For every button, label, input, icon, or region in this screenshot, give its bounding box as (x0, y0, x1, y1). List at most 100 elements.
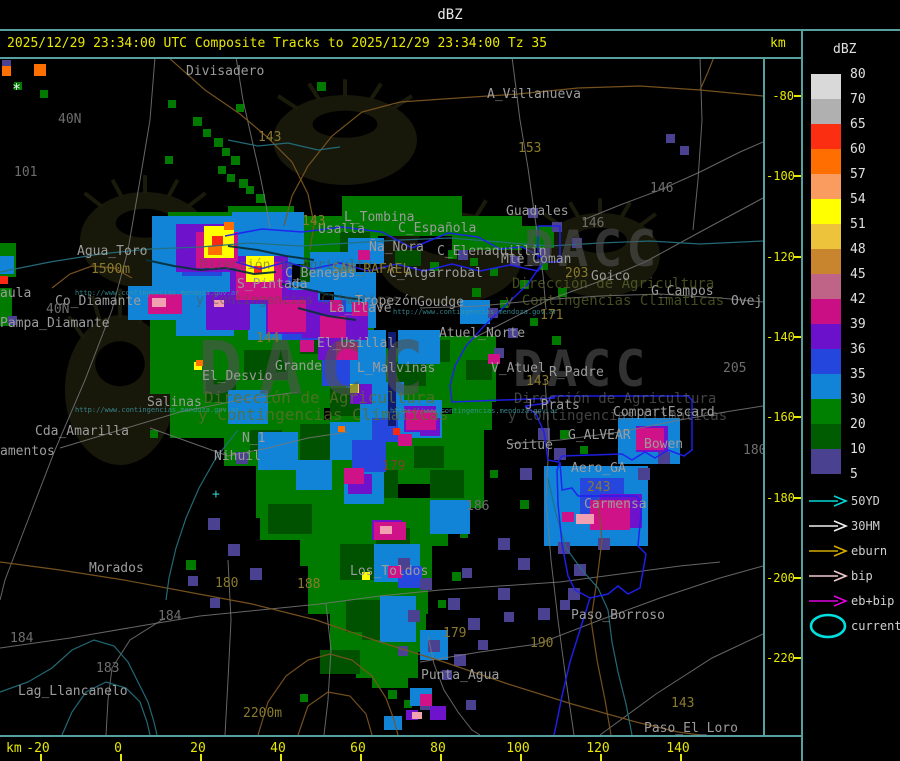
map-label: * (12, 80, 22, 98)
map-label: 146 (581, 216, 605, 231)
map-label: 190 (530, 636, 554, 651)
scale-label: 51 (850, 217, 866, 232)
bottom-axis-tick (120, 754, 122, 761)
legend-label: eb+bip (851, 594, 895, 608)
map-label: 171 (540, 308, 564, 323)
map-label: 180 (215, 576, 239, 591)
right-axis-tick-label: -180 (766, 490, 795, 505)
legend-label: current (851, 619, 900, 633)
legend-label: 30HM (851, 519, 880, 533)
legend-label: bip (851, 569, 873, 583)
bottom-axis-tick (280, 754, 282, 761)
bottom-axis-tick-label: -20 (26, 741, 50, 756)
scale-label: 42 (850, 292, 866, 307)
page-title: dBZ (437, 7, 463, 23)
scale-label: 60 (850, 142, 866, 157)
scale-swatch (811, 374, 841, 399)
map-label: N_1 (242, 431, 266, 446)
map-label: CompartEscard (613, 405, 715, 420)
road-line (427, 635, 481, 735)
map-label: 2200m (243, 706, 283, 721)
map-label: amentos (0, 444, 55, 459)
map-label: Goico (591, 269, 631, 284)
map-label: Bowen (644, 437, 684, 452)
map-label: Lag_Llancanelo (18, 684, 128, 699)
right-axis-tick-label: -120 (766, 249, 795, 264)
map-label: 183 (96, 661, 120, 676)
map-label: El_Usillal (317, 336, 396, 351)
map-label: Ovejeri (731, 294, 763, 309)
bottom-axis-tick (680, 754, 682, 761)
map-label: Mte_Coman (501, 252, 572, 267)
map-label: 179 (382, 459, 406, 474)
map-label: 179 (443, 626, 467, 641)
map-label: G_ALVEAR (568, 428, 631, 443)
scale-swatch (811, 399, 841, 424)
scale-swatch (811, 299, 841, 324)
right-axis-tick (794, 95, 801, 97)
route-line (699, 59, 714, 91)
map-label: Nihuil (214, 449, 261, 464)
right-axis-tick-label: -200 (766, 570, 795, 585)
map-label: 184 (10, 631, 34, 646)
right-axis-tick (794, 175, 801, 178)
map-label: Pampa_Diamante (0, 316, 110, 331)
map-label: 1500m (91, 262, 131, 277)
right-axis-tick-label: -80 (772, 89, 794, 103)
scale-swatch (811, 274, 841, 299)
map-label: Paso_El_Loro (644, 721, 738, 735)
scale-label: 20 (850, 417, 866, 432)
map-label: Agua_Toro (77, 244, 148, 259)
right-axis-tick (794, 416, 801, 419)
road-line (599, 633, 763, 735)
scale-label: 70 (850, 92, 866, 107)
right-axis-tick-label: -140 (766, 329, 795, 344)
km-unit-label: km (770, 36, 786, 51)
map-label: A_Villanueva (487, 87, 581, 102)
map-label: Guadales (506, 204, 569, 219)
dbz-scale-panel: dBZ 80 70 65 60 57 54 51 48 45 42 39 36 35 30 20 10 5 50… (801, 31, 900, 761)
map-label: S_Pintada (237, 277, 308, 292)
scale-label: 5 (850, 467, 858, 482)
right-axis: -80 -100 -120 -140 -160 -180 -200 -220 (763, 59, 803, 735)
map-label: Carmensa (584, 497, 647, 512)
bottom-axis-tick-label: 80 (430, 741, 446, 756)
scale-label: 35 (850, 367, 866, 382)
right-axis-tick-label: -100 (766, 169, 795, 184)
map-label: El_Desvio (202, 369, 273, 384)
route-line (297, 691, 373, 735)
bottom-axis-tick (40, 754, 42, 761)
map-label: 40N (46, 302, 70, 317)
map-label: La_Llave (329, 301, 392, 316)
map-label: 184 (158, 609, 182, 624)
map-label: Los_Toldos (350, 564, 429, 579)
map-label: Soitue (506, 438, 553, 453)
map-label: Goudge (417, 295, 464, 310)
scale-label: 48 (850, 242, 866, 257)
map-label: Ña_Nora (369, 240, 424, 255)
map-label: Aero_GA (571, 461, 626, 476)
map-label: 186 (466, 499, 490, 514)
bottom-axis-tick-label: 60 (350, 741, 366, 756)
scale-swatch (811, 199, 841, 224)
radar-map-canvas[interactable]: DACC DACC DACC Dirección de Agricultura y Co… (0, 59, 763, 735)
current-cell-icon (809, 613, 847, 639)
scale-label: 30 (850, 392, 866, 407)
map-label: 144 (256, 331, 280, 346)
bottom-axis-tick-label: 140 (666, 741, 690, 756)
map-label: 143 (302, 214, 326, 229)
map-label: Atuel_Norte (439, 326, 526, 341)
river-line (227, 139, 341, 151)
bottom-axis-unit: km (6, 741, 22, 756)
map-label: 203 (565, 266, 589, 281)
scale-swatch (811, 224, 841, 249)
map-label: G_Campos (651, 284, 714, 299)
title-bar: dBZ (0, 0, 900, 31)
map-label: 101 (14, 165, 38, 180)
scale-swatch (811, 124, 841, 149)
map-label: 143 (258, 130, 282, 145)
right-axis-tick (794, 576, 801, 579)
map-label: Paso_Borroso (571, 608, 665, 623)
radar-app-window: dBZ 2025/12/29 23:34:00 UTC Composite Tr… (0, 0, 900, 761)
bottom-axis-tick-label: 40 (270, 741, 286, 756)
